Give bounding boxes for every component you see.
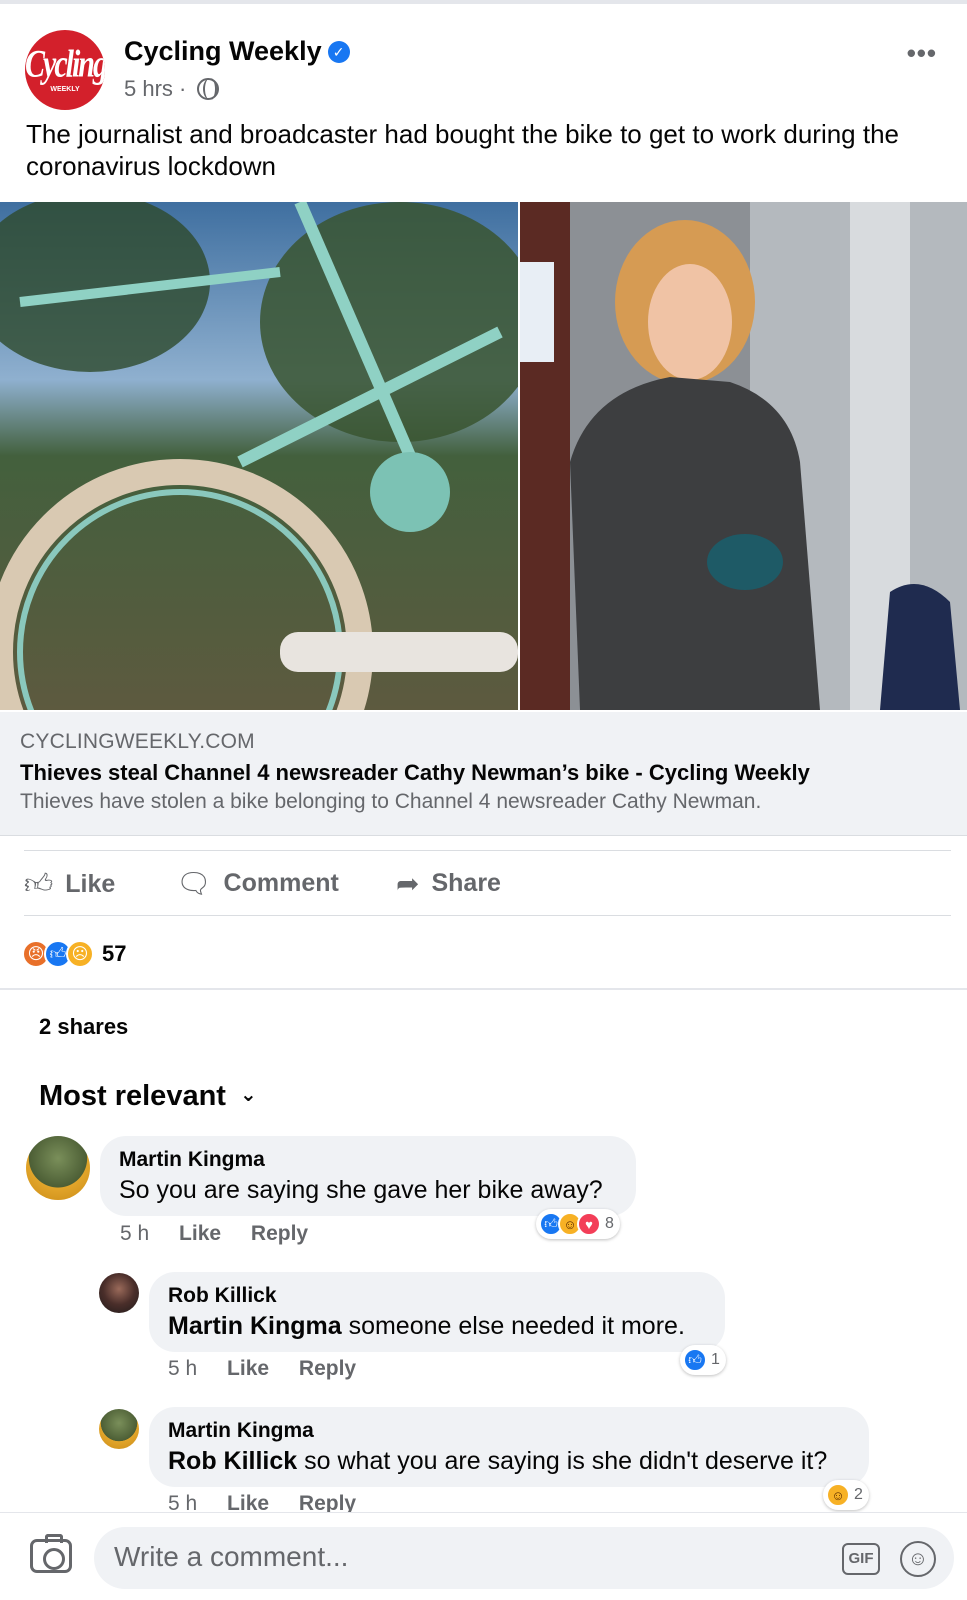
- comment-like-button[interactable]: Like: [179, 1222, 221, 1245]
- meta-separator: ·: [179, 76, 187, 101]
- sort-label: Most relevant: [39, 1080, 226, 1112]
- comment-body: so what you are saying is she didn't des…: [297, 1447, 828, 1475]
- post-action-bar: 👍︎ Like 🗨︎ Comment ➦ Share: [24, 850, 951, 916]
- post-time[interactable]: 5 hrs: [124, 76, 173, 101]
- top-divider: [0, 0, 967, 4]
- comment-bubble: Martin Kingma Rob Killick so what you ar…: [149, 1407, 869, 1487]
- comment-reactions[interactable]: ☺ 2: [823, 1480, 869, 1510]
- comment-like-button[interactable]: Like: [227, 1357, 269, 1380]
- comment-bubble: Martin Kingma So you are saying she gave…: [100, 1136, 636, 1216]
- comment-reply-button[interactable]: Reply: [299, 1357, 356, 1380]
- comment-reaction-count: 8: [605, 1215, 614, 1232]
- comment-reactions[interactable]: 👍︎ 1: [680, 1345, 726, 1375]
- section-divider: [0, 988, 967, 990]
- comment-meta: 5 h Like Reply: [168, 1357, 380, 1381]
- comment-author[interactable]: Martin Kingma: [168, 1419, 850, 1443]
- comment-button[interactable]: 🗨︎ Comment: [176, 867, 339, 900]
- avatar[interactable]: [99, 1409, 139, 1449]
- comment-reactions[interactable]: 👍︎ ☺ ♥ 8: [536, 1209, 620, 1239]
- more-options-icon[interactable]: •••: [907, 38, 937, 69]
- post-meta: 5 hrs ·: [124, 76, 219, 102]
- verified-badge-icon: ✓: [327, 41, 350, 63]
- speech-bubble-icon: 🗨︎: [176, 868, 212, 899]
- comment-text: Rob Killick so what you are saying is sh…: [168, 1447, 850, 1476]
- comment-input[interactable]: Write a comment... GIF ☺: [94, 1527, 954, 1589]
- avatar[interactable]: [99, 1273, 139, 1313]
- camera-icon[interactable]: [30, 1534, 72, 1573]
- page-avatar[interactable]: Cycling WEEKLY: [25, 30, 105, 110]
- link-title[interactable]: Thieves steal Channel 4 newsreader Cathy…: [20, 760, 810, 786]
- comment-mention[interactable]: Rob Killick: [168, 1447, 297, 1475]
- logo-subtext: WEEKLY: [50, 86, 80, 93]
- link-preview-card[interactable]: CYCLINGWEEKLY.COM Thieves steal Channel …: [0, 712, 967, 836]
- comment-meta: 5 h Like Reply: [120, 1222, 332, 1246]
- comment-bubble: Rob Killick Martin Kingma someone else n…: [149, 1272, 725, 1352]
- love-reaction-icon: ♥: [577, 1212, 601, 1236]
- post-text: The journalist and broadcaster had bough…: [26, 119, 900, 181]
- thumbs-up-icon: 👍︎: [24, 868, 54, 899]
- like-reaction-icon: 👍︎: [683, 1348, 707, 1372]
- share-button[interactable]: ➦ Share: [396, 867, 501, 900]
- comment-sort-dropdown[interactable]: Most relevant ⌄: [39, 1080, 257, 1113]
- comment-reaction-count: 2: [854, 1486, 863, 1503]
- logo-wordmark: Cycling: [25, 42, 105, 86]
- comment-time[interactable]: 5 h: [120, 1222, 149, 1245]
- sad-reaction-icon: ☹: [66, 940, 94, 968]
- like-button[interactable]: 👍︎ Like: [24, 867, 115, 901]
- link-description: Thieves have stolen a bike belonging to …: [20, 790, 762, 813]
- like-label: Like: [65, 869, 116, 898]
- chevron-down-icon: ⌄: [239, 1084, 257, 1106]
- page-name[interactable]: Cycling Weekly ✓: [124, 36, 350, 67]
- comment-reply-button[interactable]: Reply: [251, 1222, 308, 1245]
- haha-reaction-icon: ☺: [826, 1483, 850, 1507]
- bike-photo[interactable]: [0, 202, 518, 710]
- post-header: Cycling WEEKLY Cycling Weekly ✓ 5 hrs · •…: [0, 26, 967, 116]
- person-photo[interactable]: [520, 202, 967, 710]
- comment-composer: Write a comment... GIF ☺: [0, 1512, 967, 1600]
- comment-reaction-count: 1: [711, 1351, 720, 1368]
- reaction-summary[interactable]: 😠︎ 👍︎ ☹ 57: [22, 938, 126, 970]
- link-domain: CYCLINGWEEKLY.COM: [20, 730, 255, 753]
- reaction-count: 57: [102, 941, 127, 966]
- shares-count[interactable]: 2 shares: [39, 1014, 128, 1040]
- globe-icon: [196, 78, 219, 100]
- comment-mention[interactable]: Martin Kingma: [168, 1312, 342, 1340]
- share-arrow-icon: ➦: [396, 868, 420, 899]
- comment-text: So you are saying she gave her bike away…: [119, 1176, 603, 1204]
- page-name-text[interactable]: Cycling Weekly: [124, 36, 322, 66]
- comment-author[interactable]: Martin Kingma: [119, 1148, 617, 1172]
- emoji-icon[interactable]: ☺: [900, 1541, 936, 1577]
- comment-body: someone else needed it more.: [341, 1312, 685, 1340]
- comment-input-placeholder: Write a comment...: [114, 1541, 349, 1572]
- post-photos[interactable]: [0, 202, 967, 710]
- avatar[interactable]: [26, 1136, 90, 1200]
- comment-time[interactable]: 5 h: [168, 1357, 197, 1380]
- comment-text: Martin Kingma someone else needed it mor…: [168, 1312, 706, 1341]
- gif-button[interactable]: GIF: [842, 1543, 880, 1575]
- share-label: Share: [431, 869, 501, 897]
- comment-label: Comment: [223, 869, 339, 897]
- comment-author[interactable]: Rob Killick: [168, 1284, 706, 1308]
